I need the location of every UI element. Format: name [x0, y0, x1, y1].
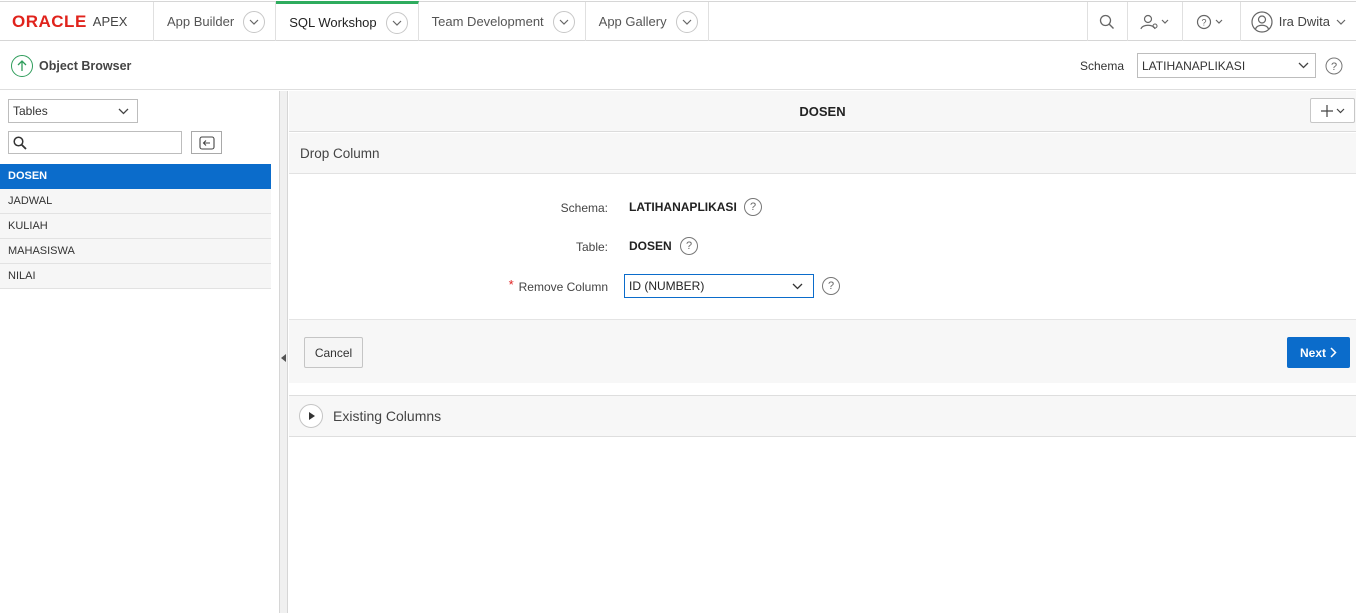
- table-list: DOSEN JADWAL KULIAH MAHASISWA NILAI: [0, 164, 271, 289]
- tab-label: App Gallery: [598, 14, 667, 29]
- table-list-item[interactable]: DOSEN: [0, 164, 271, 189]
- create-menu-button[interactable]: [1310, 98, 1355, 123]
- remove-column-row: * Remove Column ID (NUMBER) ?: [289, 274, 1356, 300]
- remove-column-select[interactable]: ID (NUMBER): [624, 274, 814, 298]
- chevron-down-icon: [1298, 62, 1309, 69]
- cancel-button[interactable]: Cancel: [304, 337, 363, 368]
- logo-apex-text: APEX: [92, 14, 128, 29]
- top-navigation: ORACLE APEX App Builder SQL Workshop Tea…: [0, 1, 1356, 41]
- schema-label: Schema: [1080, 59, 1125, 73]
- object-type-select[interactable]: Tables: [8, 99, 138, 123]
- object-browser-link[interactable]: Object Browser: [11, 54, 132, 77]
- remove-column-label-text: Remove Column: [518, 280, 608, 294]
- user-name: Ira Dwita: [1278, 14, 1330, 29]
- expand-icon[interactable]: [299, 404, 323, 428]
- help-icon[interactable]: ?: [680, 237, 698, 255]
- region-title: Drop Column: [289, 133, 1356, 174]
- button-bar: Cancel Next: [289, 319, 1356, 383]
- collapse-left-icon: [198, 135, 215, 150]
- required-indicator: *: [508, 277, 514, 292]
- drop-column-form: Schema: LATIHANAPLIKASI ? Table: DOSEN ?…: [289, 174, 1356, 319]
- object-browser-bar: Object Browser Schema LATIHANAPLIKASI ?: [0, 42, 1356, 90]
- chevron-down-icon: [118, 108, 129, 114]
- drop-column-region: Drop Column Schema: LATIHANAPLIKASI ? Ta…: [289, 133, 1356, 383]
- chevron-down-icon[interactable]: [243, 10, 266, 33]
- next-button-label: Next: [1299, 345, 1326, 360]
- chevron-right-icon: [1330, 347, 1337, 358]
- existing-columns-title: Existing Columns: [333, 408, 442, 424]
- table-list-item[interactable]: JADWAL: [0, 189, 271, 214]
- tab-sql-workshop[interactable]: SQL Workshop: [276, 1, 419, 41]
- object-search-input[interactable]: [8, 131, 182, 154]
- help-icon[interactable]: ?: [744, 198, 762, 216]
- object-list-panel: Tables DOSEN JADWAL KULIAH MAHASISWA NIL…: [0, 91, 280, 613]
- collapse-arrow-icon[interactable]: [281, 354, 286, 362]
- svg-text:?: ?: [1331, 61, 1337, 73]
- administration-menu-icon[interactable]: [1126, 2, 1182, 41]
- oracle-apex-logo[interactable]: ORACLE APEX: [0, 2, 154, 41]
- object-header: DOSEN: [289, 91, 1356, 132]
- chevron-down-icon: [1336, 19, 1346, 25]
- help-icon[interactable]: ?: [822, 277, 840, 295]
- chevron-down-icon[interactable]: [385, 11, 408, 34]
- user-menu[interactable]: Ira Dwita: [1239, 2, 1356, 41]
- existing-columns-region[interactable]: Existing Columns: [289, 395, 1356, 437]
- chevron-down-icon[interactable]: [552, 10, 575, 33]
- chevron-down-icon: [1336, 108, 1344, 113]
- tab-label: Team Development: [431, 14, 544, 29]
- arrow-up-icon: [11, 54, 33, 77]
- object-type-value: Tables: [13, 104, 48, 118]
- logo-oracle-text: ORACLE: [12, 11, 87, 31]
- svg-text:?: ?: [1202, 17, 1207, 27]
- chevron-down-icon: [792, 283, 803, 289]
- search-icon[interactable]: [1086, 2, 1127, 41]
- user-avatar-icon: [1251, 10, 1273, 33]
- table-field-label: Table:: [575, 240, 608, 254]
- help-icon[interactable]: ?: [1325, 57, 1343, 75]
- table-list-item[interactable]: NILAI: [0, 264, 271, 289]
- tab-app-builder[interactable]: App Builder: [154, 2, 277, 41]
- tab-label: App Builder: [167, 14, 235, 29]
- schema-select[interactable]: LATIHANAPLIKASI: [1137, 53, 1316, 78]
- chevron-down-icon[interactable]: [675, 10, 698, 33]
- tab-team-development[interactable]: Team Development: [419, 2, 586, 41]
- remove-column-label: * Remove Column: [509, 277, 608, 294]
- remove-column-value: ID (NUMBER): [629, 279, 705, 293]
- schema-select-value: LATIHANAPLIKASI: [1142, 58, 1246, 73]
- table-row: Table: DOSEN ?: [289, 234, 1356, 260]
- plus-icon: [1320, 104, 1333, 117]
- panel-splitter[interactable]: [280, 91, 288, 613]
- tab-label: SQL Workshop: [289, 15, 377, 30]
- next-button[interactable]: Next: [1287, 337, 1350, 368]
- object-browser-title: Object Browser: [39, 58, 132, 73]
- schema-row: Schema: LATIHANAPLIKASI ?: [289, 195, 1356, 221]
- help-menu-icon[interactable]: ?: [1181, 2, 1240, 41]
- table-field-value: DOSEN: [629, 239, 672, 253]
- schema-field-value: LATIHANAPLIKASI: [629, 200, 737, 214]
- search-icon: [13, 135, 27, 150]
- tab-app-gallery[interactable]: App Gallery: [586, 2, 709, 41]
- collapse-panel-button[interactable]: [191, 131, 222, 154]
- table-list-item[interactable]: KULIAH: [0, 214, 271, 239]
- schema-field-label: Schema:: [560, 201, 608, 215]
- table-list-item[interactable]: MAHASISWA: [0, 239, 271, 264]
- object-title: DOSEN: [799, 103, 846, 119]
